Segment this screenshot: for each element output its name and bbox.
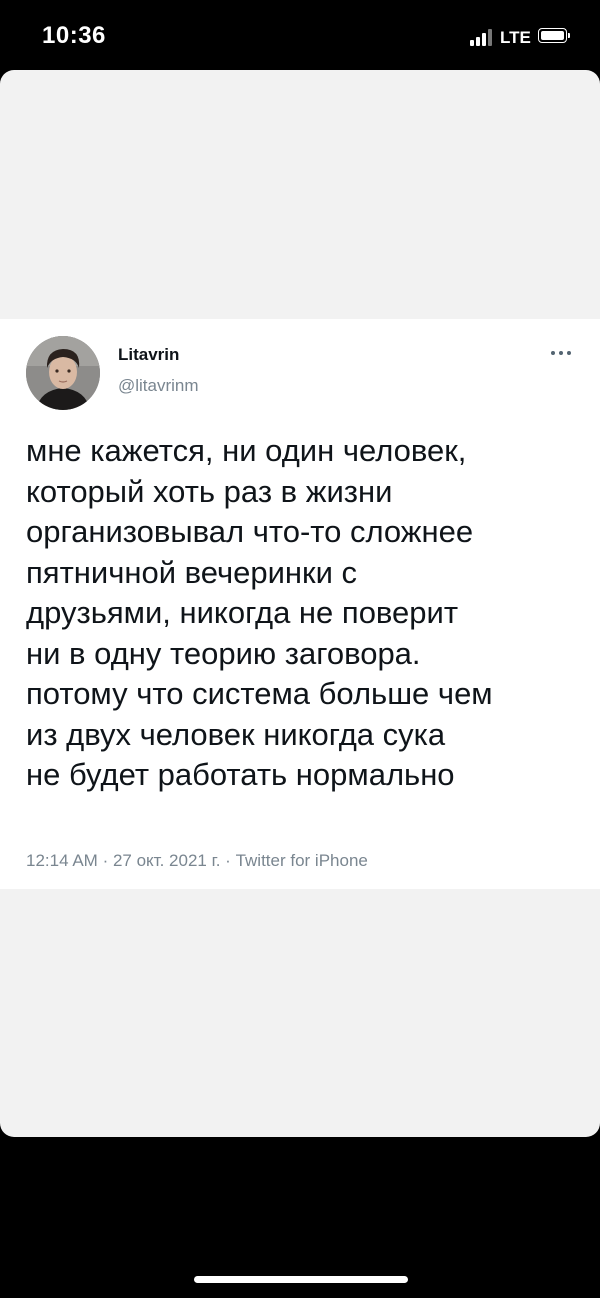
network-type-label: LTE bbox=[500, 28, 531, 47]
tweet-date: 27 окт. 2021 г. bbox=[112, 851, 221, 870]
tweet-text-line: не будет работать нормально bbox=[26, 757, 455, 792]
tweet-text-line: потому что система больше чем bbox=[26, 676, 493, 711]
tweet-text-line: пятничной вечеринки с bbox=[26, 554, 358, 590]
more-horizontal-icon[interactable] bbox=[546, 339, 576, 365]
share-sheet: Litavrin @litavrinm мне кажется, ни один… bbox=[0, 70, 600, 1137]
tweet-text-line: ни в одну теорию заговора. bbox=[26, 635, 421, 671]
tweet-text: мне кажется, ни один человек, который хо… bbox=[26, 431, 588, 796]
tweet-text-line: друзьями, никогда не поверит bbox=[26, 595, 459, 630]
meta-separator: · bbox=[225, 851, 231, 870]
tweet-text-line: мне кажется, ни один человек, bbox=[26, 433, 467, 468]
meta-separator: · bbox=[102, 851, 109, 870]
home-indicator[interactable] bbox=[194, 1276, 408, 1283]
author-handle[interactable]: @litavrinm bbox=[118, 376, 199, 396]
tweet-source-link[interactable]: Twitter for iPhone bbox=[236, 851, 368, 870]
avatar-photo bbox=[26, 336, 100, 410]
tweet-time: 12:14 AM bbox=[26, 851, 98, 870]
tweet-text-line: организовывал что-то сложнее bbox=[26, 514, 474, 549]
status-bar: 10:36 LTE bbox=[0, 0, 600, 70]
tweet-text-line: из двух человек никогда сука bbox=[26, 716, 446, 752]
tweet-card: Litavrin @litavrinm мне кажется, ни один… bbox=[0, 319, 600, 889]
tweet-text-line: который хоть раз в жизни bbox=[26, 473, 393, 509]
author-name[interactable]: Litavrin bbox=[118, 345, 179, 365]
cellular-signal-icon bbox=[470, 28, 496, 46]
status-time: 10:36 bbox=[42, 22, 106, 49]
avatar[interactable] bbox=[26, 336, 100, 410]
battery-icon bbox=[538, 28, 572, 45]
tweet-metadata: 12:14 AM · 27 окт. 2021 г. · Twitter for… bbox=[26, 851, 368, 871]
